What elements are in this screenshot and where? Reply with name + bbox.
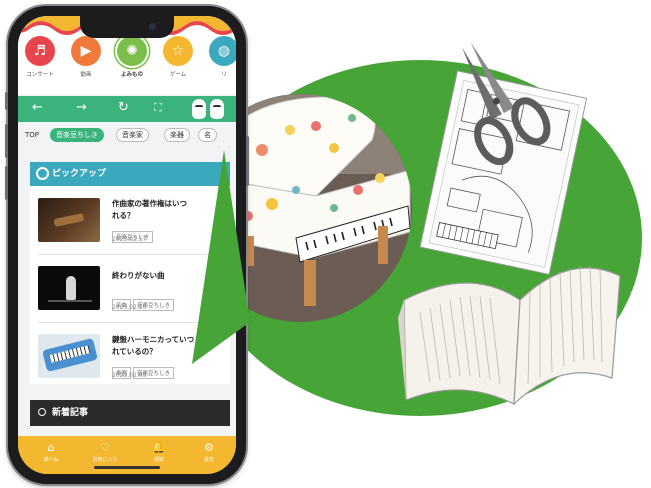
tag-tabs: TOP 音楽豆ちしき 音楽家 楽器 名 xyxy=(18,126,236,146)
stage-image xyxy=(38,266,100,310)
bottom-nav-label: お気に入り xyxy=(92,457,118,463)
pickup-list: 作曲家の著作権はいつ れる？ 音楽豆ちしき 2023.02.17 終わりがない曲… xyxy=(30,186,230,384)
bottom-nav-home[interactable]: ⌂ ホーム xyxy=(24,441,78,463)
reload-icon[interactable]: ↻ xyxy=(118,101,129,115)
pickup-heading: ピックアップ xyxy=(30,162,230,186)
bottom-nav-bell[interactable]: 🔔 通知 xyxy=(132,441,186,463)
volume-down-button xyxy=(5,166,8,200)
forward-arrow-icon[interactable]: → xyxy=(76,101,87,115)
category-row: ♬ コンサート ▶ 動画 ✺ よみもの ☆ ゲーム ◍ リ xyxy=(18,36,236,92)
bottom-nav-label: 設定 xyxy=(203,457,214,463)
lightbulb-icon: ✺ xyxy=(117,36,147,66)
bottom-nav-heart[interactable]: ♡ お気に入り xyxy=(78,441,132,463)
power-button xyxy=(246,136,249,186)
back-arrow-icon[interactable]: ← xyxy=(32,101,43,115)
camera-icon xyxy=(149,23,156,30)
article-card[interactable]: 作曲家の著作権はいつ れる？ 音楽豆ちしき 2023.02.17 xyxy=(30,190,230,250)
notch xyxy=(80,16,174,38)
pickup-icon xyxy=(36,167,49,180)
gear-icon: ⚙ xyxy=(204,441,214,454)
new-articles-title: 新着記事 xyxy=(52,408,89,418)
browser-nav-bar: ← → ↻ ⛶ xyxy=(18,96,236,122)
category-label: 動画 xyxy=(80,72,92,78)
category-play[interactable]: ▶ 動画 xyxy=(64,36,108,78)
music-note-icon: ♬ xyxy=(25,36,55,66)
article-title[interactable]: 鍵盤ハーモニカっていつ れているの？ xyxy=(112,334,232,358)
bell-icon: 🔔 xyxy=(152,441,166,454)
article-date: 2023.02.09 xyxy=(112,372,147,379)
category-lightbulb[interactable]: ✺ よみもの xyxy=(110,36,154,78)
category-globe[interactable]: ◍ リ xyxy=(202,36,236,78)
mute-switch xyxy=(5,92,8,110)
article-date: 2023.02.10 xyxy=(112,304,147,311)
mascot-left-icon xyxy=(192,99,206,119)
article-card[interactable]: 鍵盤ハーモニカっていつ れているの？ 楽器 音楽豆ちしき 2023.02.09 xyxy=(30,326,230,386)
category-star[interactable]: ☆ ゲーム xyxy=(156,36,200,78)
article-date: 2023.02.17 xyxy=(112,236,147,243)
home-indicator xyxy=(94,466,160,469)
bottom-nav-label: 通知 xyxy=(153,457,164,463)
gavel-image xyxy=(38,198,100,242)
tab-masterpieces[interactable]: 名 xyxy=(198,128,217,142)
divider xyxy=(38,254,222,255)
category-label: リ xyxy=(221,72,227,78)
star-icon: ☆ xyxy=(163,36,193,66)
category-music-note[interactable]: ♬ コンサート xyxy=(18,36,62,78)
play-icon: ▶ xyxy=(71,36,101,66)
category-label: よみもの xyxy=(120,72,143,78)
tab-instruments[interactable]: 楽器 xyxy=(164,128,190,142)
phone-screen: ♬ コンサート ▶ 動画 ✺ よみもの ☆ ゲーム ◍ リ ← → ↻ ⛶ TOP 音楽豆ちしき … xyxy=(18,16,236,474)
pickup-title: ピックアップ xyxy=(52,169,107,179)
globe-icon: ◍ xyxy=(209,36,236,66)
divider xyxy=(38,322,222,323)
bottom-nav-gear[interactable]: ⚙ 設定 xyxy=(182,441,236,463)
bottom-nav-label: ホーム xyxy=(43,457,59,463)
new-articles-heading: 新着記事 xyxy=(30,400,230,426)
tab-music-trivia[interactable]: 音楽豆ちしき xyxy=(50,128,104,142)
heart-icon: ♡ xyxy=(100,441,110,454)
melodica-image xyxy=(38,334,100,378)
volume-up-button xyxy=(5,124,8,158)
article-title[interactable]: 終わりがない曲 xyxy=(112,270,232,282)
article-title[interactable]: 作曲家の著作権はいつ れる？ xyxy=(112,198,232,222)
category-label: ゲーム xyxy=(169,72,187,78)
tab-top[interactable]: TOP xyxy=(20,128,44,142)
expand-icon[interactable]: ⛶ xyxy=(154,101,162,115)
home-icon: ⌂ xyxy=(47,441,55,454)
lightbulb-icon xyxy=(38,408,46,416)
tab-composers[interactable]: 音楽家 xyxy=(116,128,149,142)
article-card[interactable]: 終わりがない曲 名曲 音楽豆ちしき 2023.02.10 xyxy=(30,258,230,318)
category-label: コンサート xyxy=(26,72,54,78)
mascot-right-icon xyxy=(210,99,224,119)
smartphone-frame: ♬ コンサート ▶ 動画 ✺ よみもの ☆ ゲーム ◍ リ ← → ↻ ⛶ TOP 音楽豆ちしき … xyxy=(5,6,249,484)
